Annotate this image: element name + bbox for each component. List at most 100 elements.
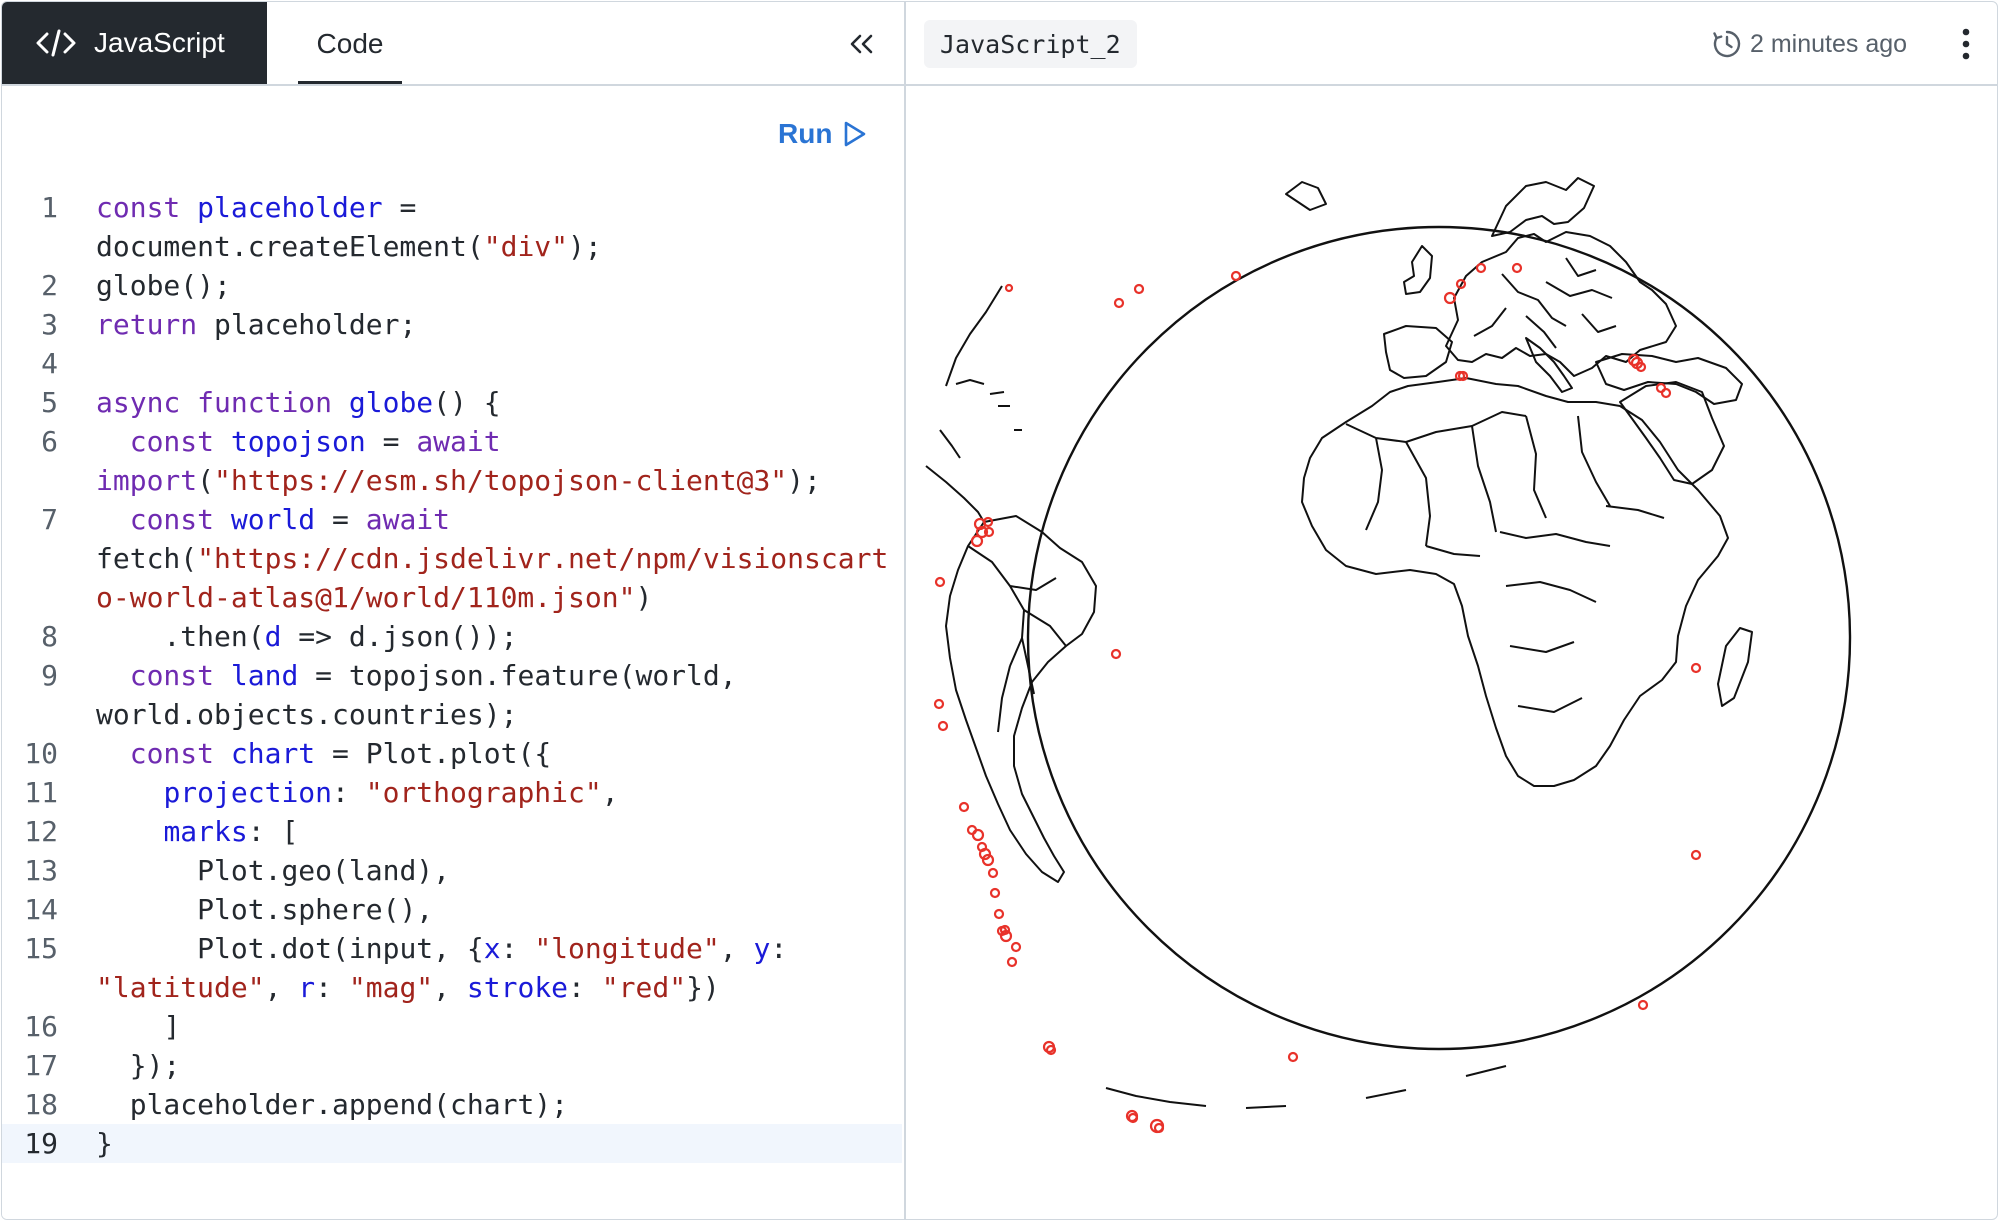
tab-javascript[interactable]: JavaScript bbox=[2, 2, 267, 84]
greenland-edge bbox=[1285, 181, 1327, 211]
antarctica-fringe bbox=[1105, 1065, 1507, 1109]
earthquake-dot bbox=[934, 576, 946, 588]
code-line[interactable]: 6 const topojson = await import("https:/… bbox=[2, 422, 902, 500]
clock-icon bbox=[1713, 30, 1741, 58]
europe-internal-borders bbox=[1473, 257, 1617, 349]
line-number: 3 bbox=[41, 308, 58, 341]
earthquake-dot bbox=[1230, 270, 1242, 282]
code-line[interactable]: 16 ] bbox=[2, 1007, 902, 1046]
land-borders bbox=[925, 177, 1753, 1109]
chart-output bbox=[906, 86, 1997, 1219]
code-brackets-icon bbox=[36, 29, 76, 57]
line-number: 6 bbox=[41, 425, 58, 458]
earthquake-dots bbox=[933, 262, 1702, 1134]
code-text: const chart = Plot.plot({ bbox=[129, 737, 552, 770]
tab-code[interactable]: Code bbox=[298, 2, 402, 84]
code-line[interactable]: 9 const land = topojson.feature(world, w… bbox=[2, 656, 902, 734]
code-line[interactable]: 2 globe(); bbox=[2, 266, 902, 305]
line-number: 1 bbox=[41, 191, 58, 224]
code-line[interactable]: 7 const world = await fetch("https://cdn… bbox=[2, 500, 902, 617]
line-number: 2 bbox=[41, 269, 58, 302]
earthquake-dot bbox=[1110, 648, 1122, 660]
output-header: JavaScript_2 2 minutes ago bbox=[906, 2, 1997, 86]
line-number: 13 bbox=[24, 854, 58, 887]
central-america-outline bbox=[925, 429, 985, 523]
line-number: 10 bbox=[24, 737, 58, 770]
last-run-timestamp: 2 minutes ago bbox=[1712, 26, 1907, 62]
code-text: marks: [ bbox=[163, 815, 299, 848]
code-text: projection: "orthographic", bbox=[163, 776, 619, 809]
code-text: const land = topojson.feature(world, wor… bbox=[96, 659, 737, 731]
code-text: ] bbox=[96, 1010, 181, 1043]
code-line[interactable]: 14 Plot.sphere(), bbox=[2, 890, 902, 929]
line-number: 12 bbox=[24, 815, 58, 848]
code-panel: JavaScript Code Run 1 const placeholder =… bbox=[2, 2, 906, 1219]
italy-outline bbox=[1525, 337, 1573, 393]
more-options-button[interactable] bbox=[1948, 22, 1984, 66]
run-button-label: Run bbox=[778, 118, 833, 149]
earthquake-dot bbox=[1004, 283, 1014, 293]
globe-map bbox=[925, 177, 1852, 1134]
code-line[interactable]: 18 placeholder.append(chart); bbox=[2, 1085, 902, 1124]
earthquake-dot bbox=[958, 801, 970, 813]
code-line[interactable]: 15 Plot.dot(input, {x: "longitude", y: "… bbox=[2, 929, 902, 1007]
earthquake-dot bbox=[1010, 941, 1022, 953]
earthquake-dot bbox=[933, 698, 945, 710]
code-line[interactable]: 10 const chart = Plot.plot({ bbox=[2, 734, 902, 773]
earthquake-dot bbox=[970, 534, 984, 548]
earthquake-dot bbox=[971, 828, 985, 842]
code-text: return placeholder; bbox=[96, 308, 417, 341]
code-text: globe(); bbox=[96, 269, 231, 302]
earthquake-dot bbox=[987, 867, 999, 879]
code-text: const placeholder = document.createEleme… bbox=[96, 191, 602, 263]
code-line[interactable]: 3 return placeholder; bbox=[2, 305, 902, 344]
britain-outline bbox=[1403, 245, 1433, 295]
play-triangle-icon bbox=[845, 121, 866, 147]
line-number: 7 bbox=[41, 503, 58, 536]
earthquake-dot bbox=[1690, 662, 1702, 674]
code-line[interactable]: 13 Plot.geo(land), bbox=[2, 851, 902, 890]
code-line[interactable]: 4 bbox=[2, 344, 902, 383]
code-line[interactable]: 19} bbox=[2, 1124, 902, 1163]
earthquake-dot bbox=[1287, 1051, 1299, 1063]
scandinavia-outline bbox=[1491, 177, 1595, 237]
earthquake-dot bbox=[1660, 387, 1672, 399]
code-line[interactable]: 17 }); bbox=[2, 1046, 902, 1085]
timestamp-text: 2 minutes ago bbox=[1750, 29, 1908, 58]
earthquake-dot bbox=[1511, 262, 1523, 274]
kebab-menu-icon bbox=[1962, 28, 1970, 60]
document-name-label: JavaScript_2 bbox=[940, 29, 1121, 59]
line-number: 19 bbox=[24, 1127, 58, 1160]
line-number: 15 bbox=[24, 932, 58, 965]
caribbean-islands bbox=[955, 379, 1022, 431]
code-text: Plot.geo(land), bbox=[96, 854, 451, 887]
code-line[interactable]: 1 const placeholder = document.createElem… bbox=[2, 188, 902, 266]
tab-code-label: Code bbox=[316, 27, 384, 59]
earthquake-dot bbox=[989, 887, 1001, 899]
iberia-outline bbox=[1383, 325, 1453, 379]
document-name[interactable]: JavaScript_2 bbox=[924, 20, 1137, 68]
earthquake-dot bbox=[993, 908, 1005, 920]
run-button[interactable]: Run bbox=[778, 114, 868, 154]
earthquake-dot bbox=[1113, 297, 1125, 309]
code-text: .then(d => d.json()); bbox=[96, 620, 518, 653]
globe-sphere bbox=[1026, 225, 1852, 1051]
editor-header: JavaScript Code bbox=[2, 2, 904, 86]
line-number: 14 bbox=[24, 893, 58, 926]
earthquake-dot bbox=[1133, 283, 1145, 295]
code-text: placeholder.append(chart); bbox=[96, 1088, 569, 1121]
collapse-panel-button[interactable] bbox=[842, 24, 882, 64]
code-line[interactable]: 5 async function globe() { bbox=[2, 383, 902, 422]
code-line[interactable]: 8 .then(d => d.json()); bbox=[2, 617, 902, 656]
code-text: const world = await fetch("https://cdn.j… bbox=[96, 503, 889, 614]
code-text: Plot.sphere(), bbox=[96, 893, 434, 926]
code-line[interactable]: 11 projection: "orthographic", bbox=[2, 773, 902, 812]
line-number: 18 bbox=[24, 1088, 58, 1121]
north-america-fringe bbox=[945, 285, 1003, 387]
south-america-borders bbox=[967, 545, 1067, 733]
code-editor[interactable]: 1 const placeholder = document.createElem… bbox=[2, 188, 902, 1163]
code-text: }); bbox=[96, 1049, 181, 1082]
earthquake-dot bbox=[1690, 849, 1702, 861]
earthquake-dot bbox=[1006, 956, 1018, 968]
code-line[interactable]: 12 marks: [ bbox=[2, 812, 902, 851]
